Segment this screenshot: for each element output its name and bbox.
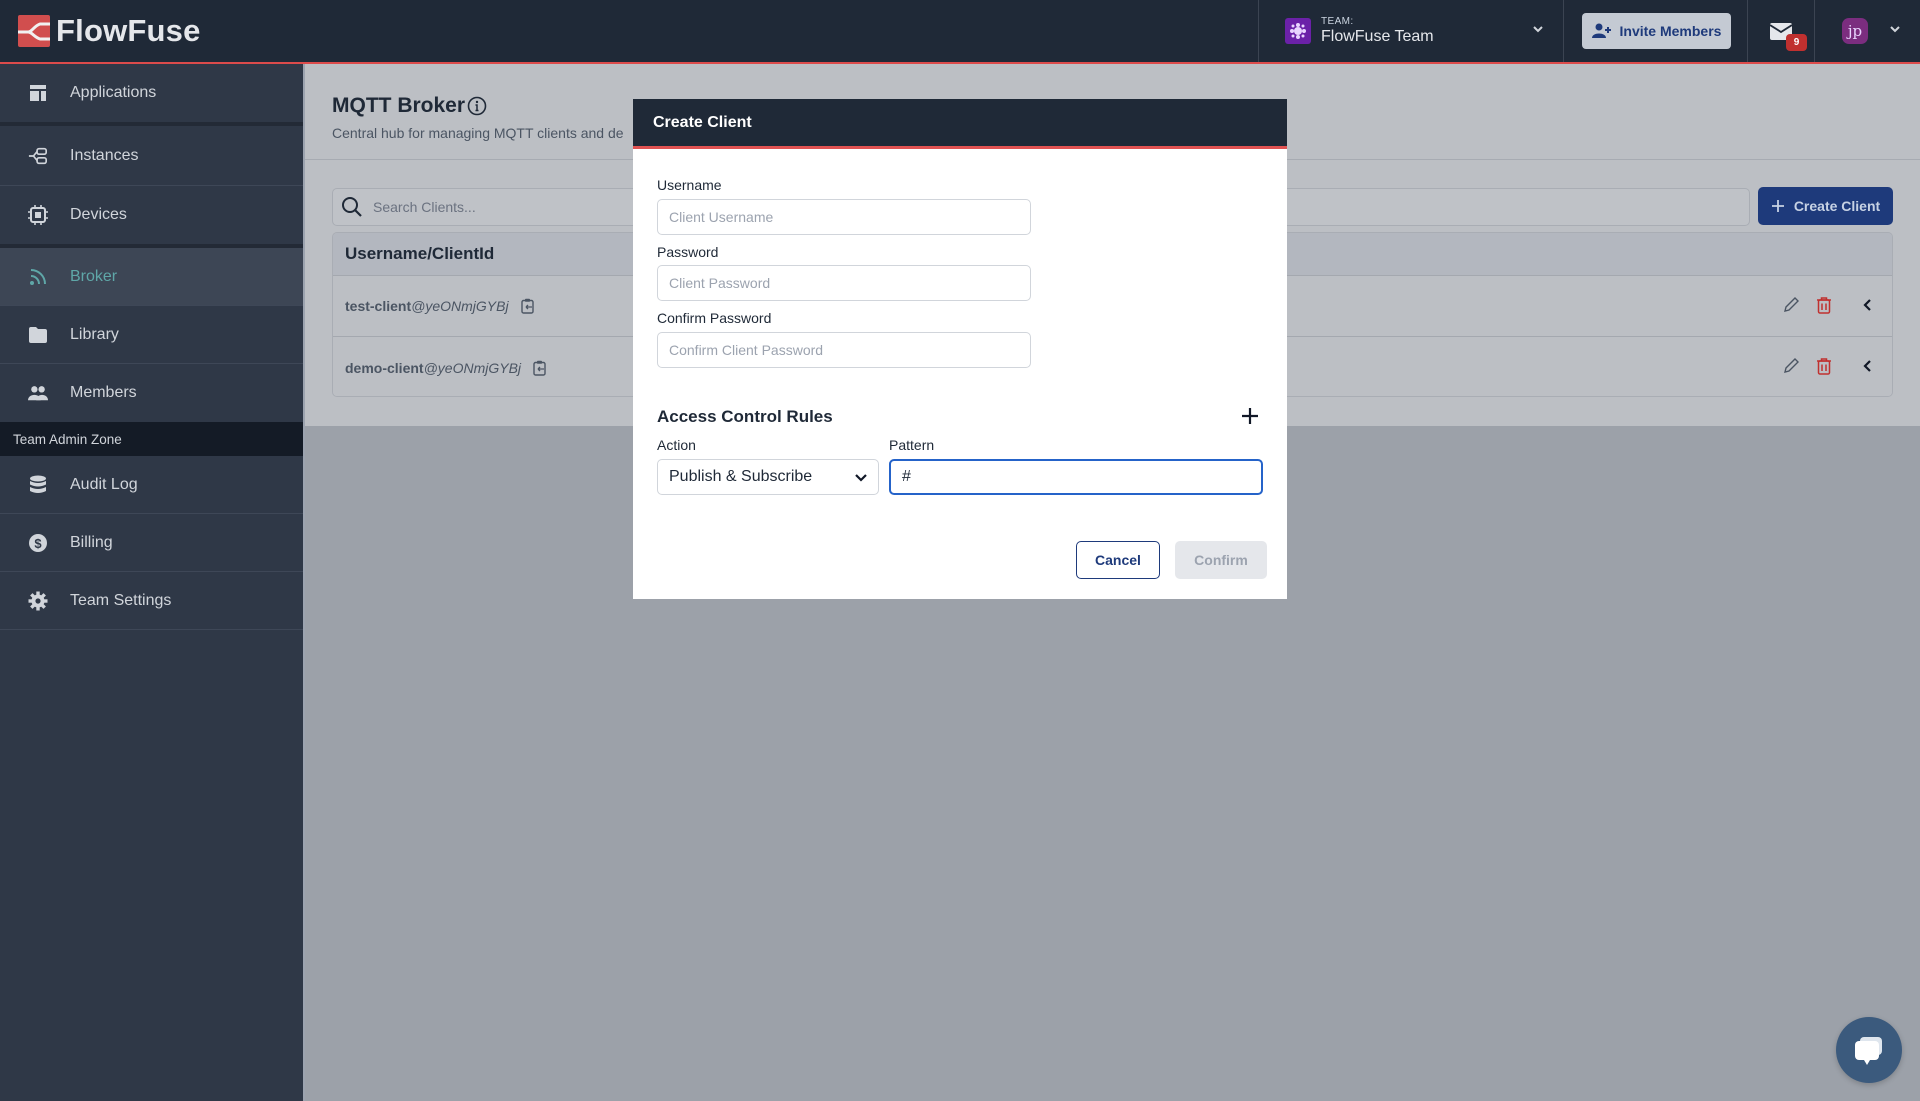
sidebar-item-broker[interactable]: Broker <box>0 248 303 306</box>
chevron-down-icon <box>855 474 867 482</box>
edit-icon[interactable] <box>1782 296 1800 314</box>
team-switcher[interactable]: TEAM: FlowFuse Team <box>1258 0 1564 62</box>
invite-members-label: Invite Members <box>1619 23 1722 39</box>
dialog-header: Create Client <box>633 99 1287 149</box>
sidebar-item-label: Library <box>70 325 119 343</box>
notification-count-badge: 9 <box>1786 34 1807 51</box>
delete-icon[interactable] <box>1816 296 1832 314</box>
invite-members-button[interactable]: Invite Members <box>1582 13 1731 49</box>
brand-name: FlowFuse <box>56 13 201 48</box>
cancel-button[interactable]: Cancel <box>1076 541 1160 579</box>
pattern-input[interactable] <box>889 459 1263 495</box>
edit-icon[interactable] <box>1782 357 1800 375</box>
add-rule-button[interactable] <box>1241 407 1259 425</box>
user-plus-icon <box>1591 23 1611 38</box>
notifications-button[interactable]: 9 <box>1747 0 1815 62</box>
chevron-left-icon[interactable] <box>1862 298 1874 312</box>
dollar-icon: $ <box>28 533 48 553</box>
copy-icon[interactable] <box>533 360 547 376</box>
sidebar-item-instances[interactable]: Instances <box>0 126 303 186</box>
copy-icon[interactable] <box>520 298 535 314</box>
user-menu[interactable]: jp <box>1830 0 1920 62</box>
svg-text:$: $ <box>34 536 42 551</box>
sidebar-item-label: Team Settings <box>70 591 172 609</box>
rss-icon <box>28 267 48 287</box>
sidebar-item-label: Devices <box>70 206 127 223</box>
column-header-username: Username/ClientId <box>345 244 495 263</box>
sidebar-item-label: Applications <box>70 84 157 101</box>
access-control-rules-title: Access Control Rules <box>657 407 833 426</box>
team-kicker: TEAM: <box>1321 16 1354 27</box>
sidebar-item-applications[interactable]: Applications <box>0 64 303 126</box>
chevron-down-icon <box>1888 22 1902 41</box>
sidebar-item-label: Broker <box>70 267 118 285</box>
gear-icon <box>28 591 48 611</box>
sidebar-item-label: Instances <box>70 146 139 164</box>
username-label: Username <box>657 177 722 193</box>
confirm-password-label: Confirm Password <box>657 310 772 326</box>
client-team-suffix: @yeONmjGYBj <box>411 298 509 314</box>
team-admin-zone-header: Team Admin Zone <box>0 422 303 456</box>
confirm-button[interactable]: Confirm <box>1175 541 1267 579</box>
create-client-button[interactable]: Create Client <box>1758 187 1893 225</box>
sidebar-item-library[interactable]: Library <box>0 306 303 364</box>
action-select[interactable]: Publish & Subscribe <box>657 459 879 495</box>
top-bar: FlowFuse TEAM: FlowFuse Team Invite Memb… <box>0 0 1920 64</box>
action-label: Action <box>657 437 696 453</box>
sidebar-item-devices[interactable]: Devices <box>0 186 303 248</box>
create-client-label: Create Client <box>1793 198 1881 214</box>
sidebar-item-label: Members <box>70 384 137 401</box>
plus-icon <box>1771 200 1784 212</box>
brand-logo[interactable]: FlowFuse <box>18 0 201 63</box>
user-avatar: jp <box>1842 18 1868 44</box>
database-icon <box>28 475 48 495</box>
client-username: test-client <box>345 298 412 314</box>
chip-icon <box>28 205 48 225</box>
chevron-left-icon[interactable] <box>1862 359 1874 373</box>
folder-icon <box>28 325 48 345</box>
team-name: FlowFuse Team <box>1321 28 1434 45</box>
delete-icon[interactable] <box>1816 357 1832 375</box>
search-placeholder: Search Clients... <box>373 199 476 215</box>
flowfuse-logo-icon <box>18 15 50 47</box>
username-input[interactable] <box>657 199 1031 235</box>
applications-icon <box>28 83 48 103</box>
create-client-dialog: Create Client Username Password Confirm … <box>633 99 1287 599</box>
confirm-password-input[interactable] <box>657 332 1031 368</box>
sidebar-item-label: Billing <box>70 533 113 551</box>
dialog-title: Create Client <box>653 113 752 131</box>
client-username: demo-client <box>345 359 424 376</box>
sidebar-item-members[interactable]: Members <box>0 364 303 422</box>
team-avatar-icon <box>1285 18 1311 44</box>
password-input[interactable] <box>657 265 1031 301</box>
page-subtitle: Central hub for managing MQTT clients an… <box>332 125 624 141</box>
info-icon[interactable] <box>467 96 487 121</box>
chat-widget-button[interactable] <box>1836 1017 1902 1083</box>
users-icon <box>28 383 48 403</box>
page-title: MQTT Broker <box>332 94 466 117</box>
sidebar: Applications Instances Devices Broker Li… <box>0 64 305 1101</box>
instances-icon <box>28 146 48 166</box>
sidebar-item-billing[interactable]: $ Billing <box>0 514 303 572</box>
sidebar-item-team-settings[interactable]: Team Settings <box>0 572 303 630</box>
pattern-label: Pattern <box>889 437 935 453</box>
action-selected-value: Publish & Subscribe <box>669 468 813 485</box>
client-team-suffix: @yeONmjGYBj <box>423 359 522 376</box>
sidebar-item-label: Audit Log <box>70 475 138 493</box>
chat-icon <box>1855 1037 1882 1065</box>
plus-icon <box>1242 408 1258 424</box>
password-label: Password <box>657 244 719 260</box>
search-icon <box>342 197 362 217</box>
chevron-down-icon <box>1531 22 1545 41</box>
sidebar-item-audit-log[interactable]: Audit Log <box>0 456 303 514</box>
